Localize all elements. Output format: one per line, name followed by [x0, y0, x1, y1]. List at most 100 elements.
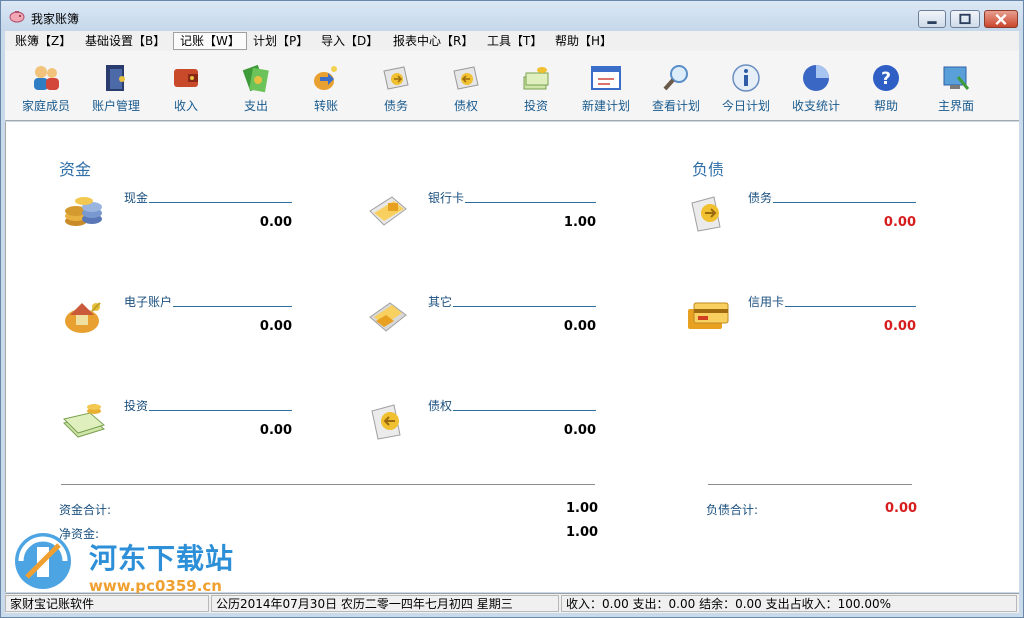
- account-management-icon: [106, 65, 125, 91]
- net-assets-value: 1.00: [566, 525, 599, 540]
- assets-total-label: 资金合计:: [59, 503, 112, 517]
- new-plan-icon: [591, 66, 621, 90]
- toolbar-debt-button[interactable]: 债务: [361, 57, 431, 119]
- app-logo-icon: [9, 11, 25, 23]
- toolbar-investment-button[interactable]: 投资: [501, 57, 571, 119]
- entry-underline: [748, 202, 916, 203]
- menu-help[interactable]: 帮助【H】: [549, 32, 618, 50]
- asset-entry-credit-right[interactable]: 债权 0.00: [364, 397, 596, 467]
- toolbar-label: 收支统计: [791, 99, 840, 113]
- entry-value: 0.00: [563, 319, 596, 334]
- menu-bookkeeping[interactable]: 记账【W】: [173, 32, 247, 50]
- menu-basic-settings[interactable]: 基础设置【B】: [79, 32, 171, 50]
- toolbar-label: 查看计划: [651, 99, 700, 113]
- toolbar-transfer-button[interactable]: 转账: [291, 57, 361, 119]
- assets-total-value: 1.00: [566, 501, 599, 516]
- toolbar-credit-right-button[interactable]: 债权: [431, 57, 501, 119]
- other-assets-icon: [369, 302, 407, 332]
- home-screen-icon: [943, 66, 970, 90]
- toolbar-label: 主界面: [937, 99, 974, 113]
- toolbar-today-plan-button[interactable]: 今日计划: [711, 57, 781, 119]
- liabilities-total-value: 0.00: [885, 501, 918, 516]
- status-app-name: 家财宝记账软件: [5, 595, 209, 612]
- cash-coins-icon: [65, 197, 102, 226]
- family-members-icon: [34, 66, 59, 90]
- toolbar-label: 账户管理: [91, 99, 140, 113]
- menu-reports[interactable]: 报表中心【R】: [387, 32, 479, 50]
- asset-entry-cash[interactable]: 现金 0.00: [60, 189, 292, 259]
- menu-import[interactable]: 导入【D】: [315, 32, 384, 50]
- entry-label: 电子账户: [124, 293, 174, 310]
- toolbar-label: 支出: [243, 99, 268, 113]
- maximize-button[interactable]: [950, 10, 980, 28]
- status-bar: 家财宝记账软件 公历2014年07月30日 农历二零一四年七月初四 星期三 收入…: [5, 593, 1019, 613]
- credit-right-icon: [371, 404, 401, 440]
- liability-entry-debt[interactable]: 债务 0.00: [684, 189, 916, 259]
- today-plan-icon: [732, 64, 760, 92]
- app-window: 我家账簿 账簿【Z】 基础设置【B】 记账【W】 计划【P】 导入【D】 报表中…: [0, 0, 1024, 618]
- toolbar-label: 债务: [383, 99, 408, 113]
- status-summary: 收入：0.00 支出：0.00 结余：0.00 支出占收入：100.00%: [561, 595, 1017, 612]
- menu-bar: 账簿【Z】 基础设置【B】 记账【W】 计划【P】 导入【D】 报表中心【R】 …: [5, 31, 1019, 51]
- income-icon: [174, 69, 198, 87]
- entry-label: 投资: [124, 397, 150, 414]
- maximize-icon: [959, 13, 971, 25]
- bank-card-icon: [369, 196, 407, 226]
- view-plan-icon: [663, 65, 688, 91]
- credit-right-icon: [453, 66, 479, 90]
- toolbar-view-plan-button[interactable]: 查看计划: [641, 57, 711, 119]
- menu-ledger[interactable]: 账簿【Z】: [9, 32, 77, 50]
- title-bar: 我家账簿: [1, 1, 1023, 31]
- asset-entry-bank-card[interactable]: 银行卡 1.00: [364, 189, 596, 259]
- entry-value: 0.00: [883, 215, 916, 230]
- entry-label: 信用卡: [748, 293, 786, 310]
- toolbar-home-screen-button[interactable]: 主界面: [921, 57, 991, 119]
- close-button[interactable]: [984, 10, 1018, 28]
- credit-card-icon: [688, 302, 729, 329]
- toolbar-help-button[interactable]: ? 帮助: [851, 57, 921, 119]
- menu-plan[interactable]: 计划【P】: [247, 32, 314, 50]
- toolbar-label: 新建计划: [581, 99, 630, 113]
- entry-value: 0.00: [259, 319, 292, 334]
- toolbar-label: 转账: [313, 99, 338, 113]
- assets-divider: [61, 484, 595, 485]
- asset-entry-e-account[interactable]: 电子账户 0.00: [60, 293, 292, 363]
- entry-label: 现金: [124, 189, 150, 206]
- statistics-icon: [803, 65, 829, 91]
- investment-icon: [523, 67, 549, 90]
- liabilities-divider: [708, 484, 912, 485]
- toolbar-label: 家庭成员: [21, 99, 70, 113]
- entry-value: 0.00: [259, 215, 292, 230]
- assets-section-title: 资金: [59, 160, 92, 179]
- svg-text:?: ?: [881, 69, 891, 89]
- entry-underline: [428, 410, 596, 411]
- investment-money-icon: [63, 404, 106, 438]
- minimize-button[interactable]: [918, 10, 946, 28]
- toolbar-income-button[interactable]: 收入: [151, 57, 221, 119]
- liability-entry-credit-card[interactable]: 信用卡 0.00: [684, 293, 916, 363]
- debt-icon: [691, 196, 721, 232]
- entry-underline: [124, 202, 292, 203]
- main-panel: 资金 负债 现金 0.00 银行卡 1.00 债务 0.00 电子账户 0.00…: [5, 122, 1019, 592]
- toolbar-account-management-button[interactable]: 账户管理: [81, 57, 151, 119]
- entry-value: 1.00: [563, 215, 596, 230]
- toolbar-label: 收入: [173, 99, 198, 113]
- asset-entry-other[interactable]: 其它 0.00: [364, 293, 596, 363]
- debt-icon: [383, 66, 409, 90]
- toolbar-new-plan-button[interactable]: 新建计划: [571, 57, 641, 119]
- entry-underline: [428, 306, 596, 307]
- toolbar-family-members-button[interactable]: 家庭成员: [11, 57, 81, 119]
- asset-entry-investment[interactable]: 投资 0.00: [60, 397, 292, 467]
- net-assets-label: 净资金:: [59, 527, 100, 541]
- toolbar-statistics-button[interactable]: 收支统计: [781, 57, 851, 119]
- toolbar-expense-button[interactable]: 支出: [221, 57, 291, 119]
- close-icon: [995, 13, 1007, 26]
- toolbar: 家庭成员 账户管理 收入 支出 转账 债务 债权 投资 新建计划 查看计划 今日…: [5, 51, 1019, 121]
- toolbar-label: 投资: [523, 99, 548, 113]
- entry-underline: [124, 410, 292, 411]
- toolbar-label: 今日计划: [721, 99, 770, 113]
- e-account-icon: [65, 302, 101, 333]
- status-date: 公历2014年07月30日 农历二零一四年七月初四 星期三: [211, 595, 559, 612]
- window-title: 我家账簿: [31, 12, 80, 26]
- menu-tools[interactable]: 工具【T】: [481, 32, 548, 50]
